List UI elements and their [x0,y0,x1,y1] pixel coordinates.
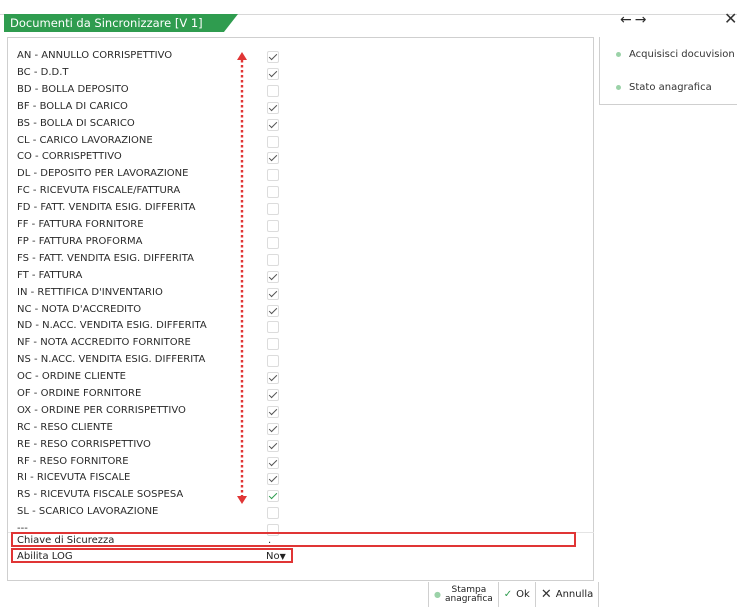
ok-button[interactable]: ✓ Ok [499,582,536,607]
document-type-checkbox[interactable] [267,372,279,384]
document-type-checkbox[interactable] [267,355,279,367]
document-type-checkbox[interactable] [267,473,279,485]
document-type-label: RI - RICEVUTA FISCALE [17,472,131,483]
document-type-label: OX - ORDINE PER CORRISPETTIVO [17,405,186,416]
document-type-checkbox[interactable] [267,51,279,63]
document-type-checkbox[interactable] [267,237,279,249]
chevron-down-icon: ▼ [279,552,286,561]
document-type-label: NS - N.ACC. VENDITA ESIG. DIFFERITA [17,354,206,365]
print-registry-button[interactable]: ● Stampa anagrafica [429,582,499,607]
document-type-checkbox[interactable] [267,102,279,114]
close-icon: ✕ [540,587,552,602]
cancel-button[interactable]: ✕ Annulla [536,582,600,607]
log-label: Abilita LOG [17,551,73,562]
side-action-label: Stato anagrafica [629,82,712,93]
document-type-checkbox[interactable] [267,490,279,502]
document-type-label: BD - BOLLA DEPOSITO [17,84,129,95]
document-type-label: OC - ORDINE CLIENTE [17,371,126,382]
acquire-docuvision-button[interactable]: Acquisisci docuvision [616,49,735,60]
arrow-up-head [237,52,247,60]
document-type-label: RF - RESO FORNITORE [17,456,129,467]
document-type-checkbox[interactable] [267,68,279,80]
security-key-field[interactable] [268,535,574,546]
document-type-label: CL - CARICO LAVORAZIONE [17,135,153,146]
side-action-label: Acquisisci docuvision [629,49,735,60]
document-type-checkbox[interactable] [267,152,279,164]
bullet-icon [616,84,621,90]
document-type-checkbox[interactable] [267,507,279,519]
cancel-label: Annulla [555,589,594,600]
document-type-label: FF - FATTURA FORNITORE [17,219,144,230]
document-type-label: RS - RICEVUTA FISCALE SOSPESA [17,489,184,500]
document-type-checkbox[interactable] [267,389,279,401]
document-type-checkbox[interactable] [267,338,279,350]
document-type-checkbox[interactable] [267,119,279,131]
document-type-label: BC - D.D.T [17,67,69,78]
annotation-range-arrow [237,52,247,504]
bottom-toolbar: ● Stampa anagrafica ✓ Ok ✕ Annulla [428,582,600,607]
document-type-checkbox[interactable] [267,321,279,333]
ok-label: Ok [516,589,530,600]
document-type-label: FD - FATT. VENDITA ESIG. DIFFERITA [17,202,196,213]
registry-status-button[interactable]: Stato anagrafica [616,82,712,93]
document-type-checkbox[interactable] [267,254,279,266]
document-type-checkbox[interactable] [267,423,279,435]
document-type-checkbox[interactable] [267,457,279,469]
document-type-label: AN - ANNULLO CORRISPETTIVO [17,50,173,61]
document-type-checkbox[interactable] [267,288,279,300]
document-type-label: ND - N.ACC. VENDITA ESIG. DIFFERITA [17,320,207,331]
document-type-label: IN - RETTIFICA D'INVENTARIO [17,287,163,298]
arrow-down-head [237,496,247,504]
document-type-label: RC - RESO CLIENTE [17,422,113,433]
bullet-icon [616,51,621,57]
document-type-checkbox[interactable] [267,136,279,148]
document-type-label: RE - RESO CORRISPETTIVO [17,439,151,450]
document-type-label: BF - BOLLA DI CARICO [17,101,128,112]
window-title: Documenti da Sincronizzare [V 1] [4,14,238,32]
document-type-checkbox[interactable] [267,220,279,232]
document-type-label: FC - RICEVUTA FISCALE/FATTURA [17,185,181,196]
document-type-label: CO - CORRISPETTIVO [17,151,122,162]
bullet-icon: ● [434,590,441,599]
print-label-line2: anagrafica [444,593,493,604]
document-type-checkbox[interactable] [267,85,279,97]
document-type-checkbox[interactable] [267,186,279,198]
document-type-label: NF - NOTA ACCREDITO FORNITORE [17,337,191,348]
check-icon: ✓ [503,589,513,600]
navigation-arrows-icon[interactable]: ←→ [620,12,649,28]
document-type-checkbox[interactable] [267,440,279,452]
document-type-label: DL - DEPOSITO PER LAVORAZIONE [17,168,189,179]
document-type-label: OF - ORDINE FORNITORE [17,388,142,399]
document-type-label: FT - FATTURA [17,270,83,281]
document-type-label: BS - BOLLA DI SCARICO [17,118,135,129]
side-actions-panel: Acquisisci docuvision Stato anagrafica [599,37,737,105]
log-select[interactable]: No▼ [266,551,286,562]
document-type-checkbox[interactable] [267,169,279,181]
document-type-checkbox[interactable] [267,203,279,215]
document-type-checkbox[interactable] [267,406,279,418]
document-type-label: FP - FATTURA PROFORMA [17,236,143,247]
document-type-label: FS - FATT. VENDITA ESIG. DIFFERITA [17,253,194,264]
document-type-label: NC - NOTA D'ACCREDITO [17,304,142,315]
document-type-checkbox[interactable] [267,305,279,317]
log-select-value: No [266,551,280,562]
document-type-checkbox[interactable] [267,271,279,283]
document-type-label: SL - SCARICO LAVORAZIONE [17,506,159,517]
close-icon[interactable]: ✕ [724,9,737,28]
security-key-label: Chiave di Sicurezza [17,535,115,546]
